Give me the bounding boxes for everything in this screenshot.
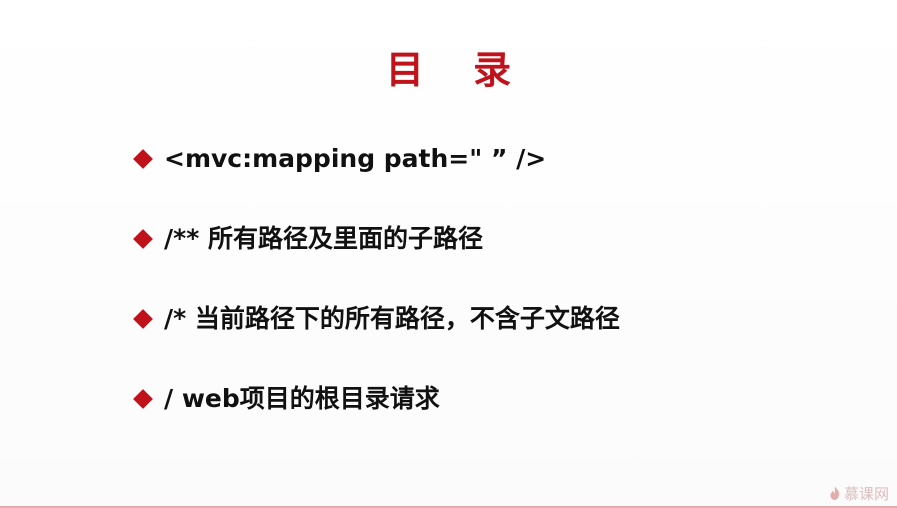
list-item: <mvc:mapping path=" ” /> [133,140,853,220]
bullet-text: /* 当前路径下的所有路径，不含子文路径 [164,304,620,333]
slide: 目 录 <mvc:mapping path=" ” /> /** 所有路径及里面… [0,0,897,508]
bullet-text: /** 所有路径及里面的子路径 [164,224,483,253]
bullet-text: / web项目的根目录请求 [164,384,440,413]
flame-icon [830,486,840,500]
watermark: 慕课网 [829,483,889,504]
watermark-text: 慕课网 [843,485,889,503]
diamond-bullet-icon [133,149,153,169]
list-item: /* 当前路径下的所有路径，不含子文路径 [133,300,853,380]
bullet-list: <mvc:mapping path=" ” /> /** 所有路径及里面的子路径… [133,140,853,460]
diamond-bullet-icon [133,309,153,329]
slide-title: 目 录 [385,48,530,92]
diamond-bullet-icon [133,229,153,249]
diamond-bullet-icon [133,389,153,409]
bullet-text: <mvc:mapping path=" ” /> [164,144,547,173]
list-item: / web项目的根目录请求 [133,380,853,460]
list-item: /** 所有路径及里面的子路径 [133,220,853,300]
